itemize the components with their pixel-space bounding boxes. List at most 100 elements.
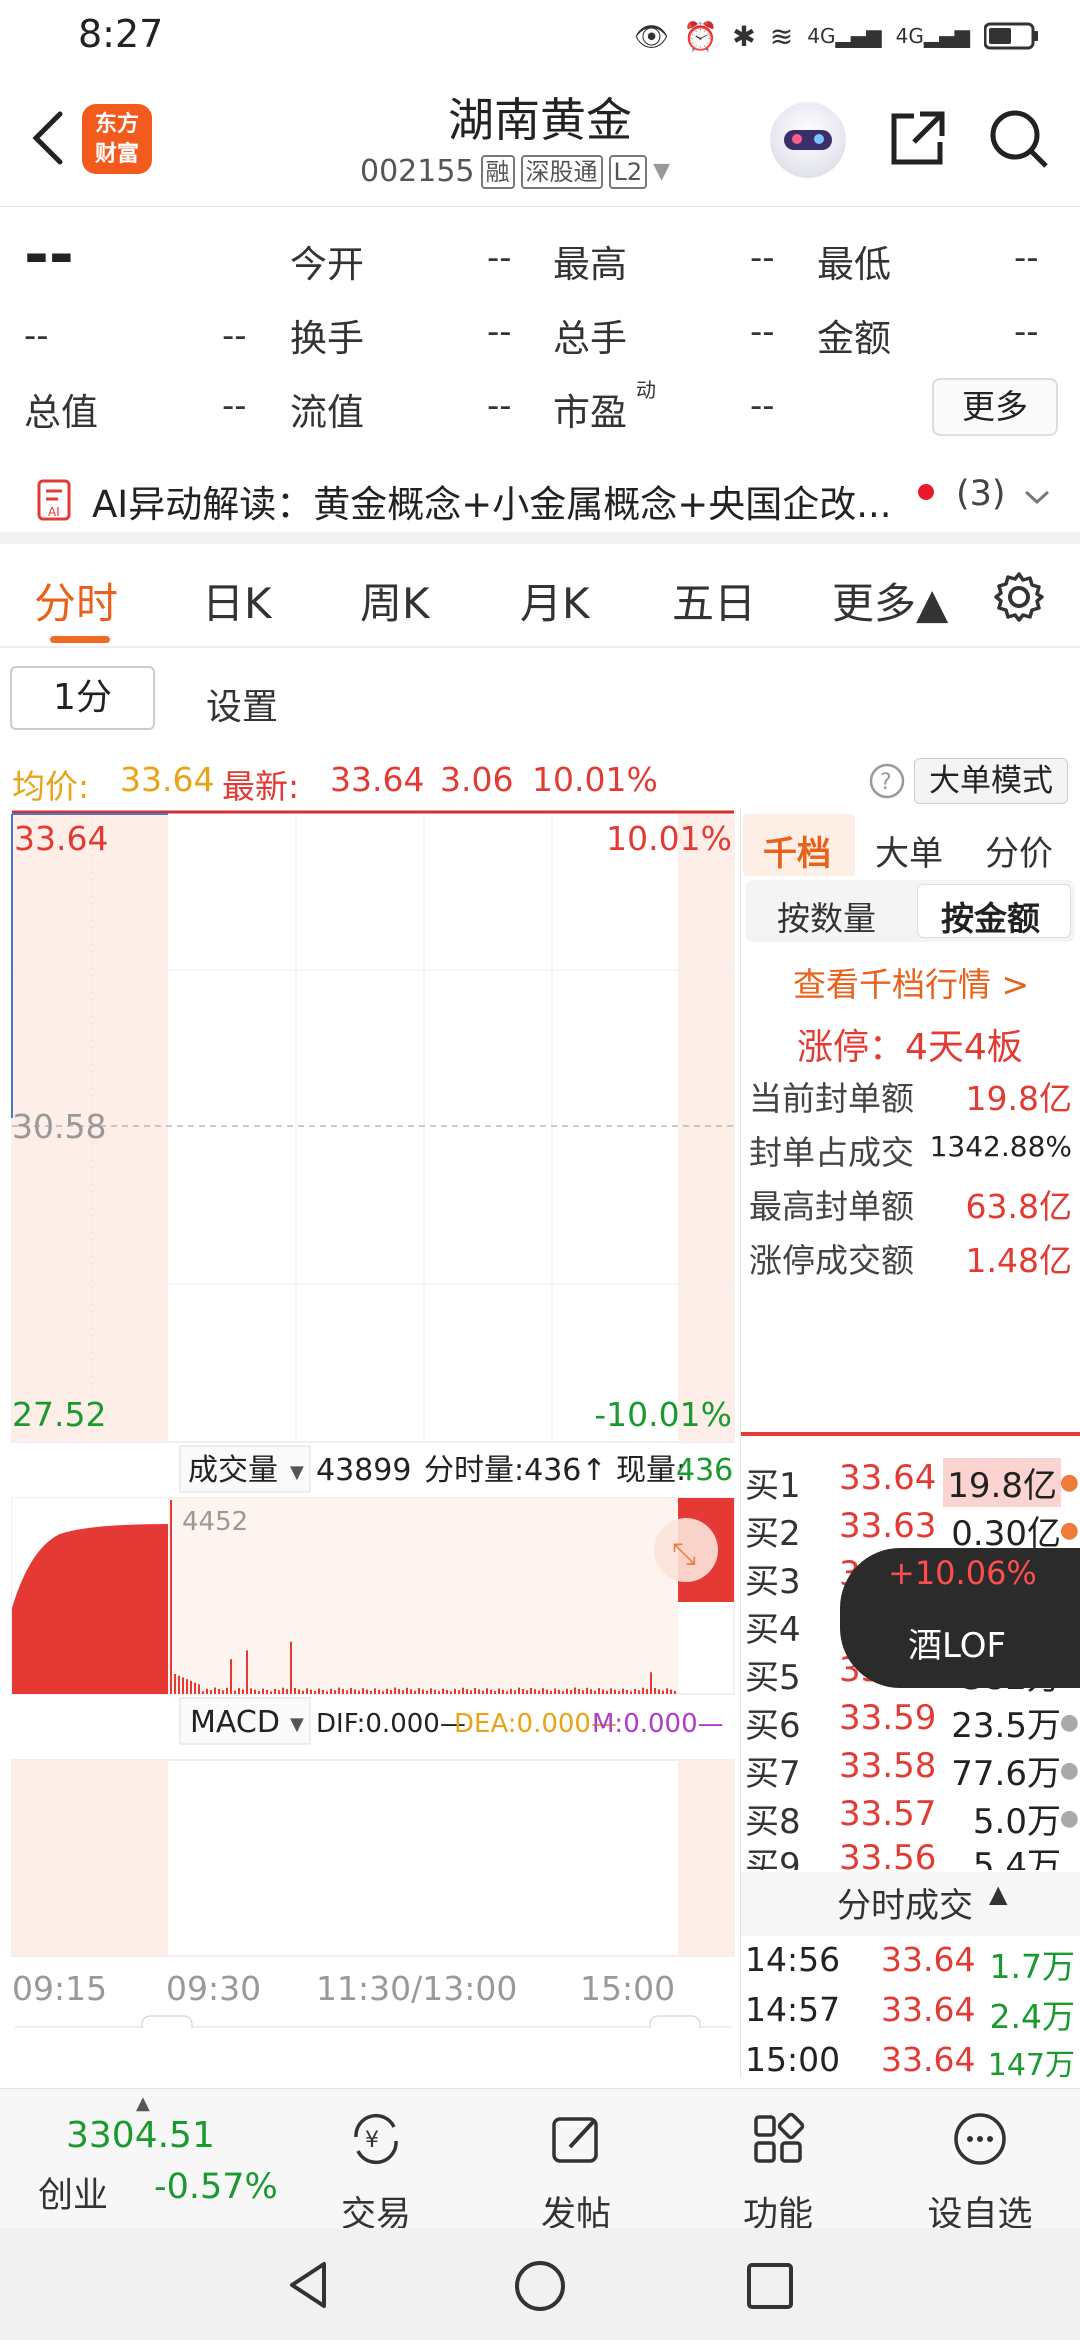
volume-bar	[626, 1689, 628, 1694]
tab-thousand-level[interactable]: 千档	[763, 826, 831, 875]
label-low: 最低	[817, 243, 891, 286]
volume-bar	[418, 1688, 420, 1694]
volume-bar	[494, 1691, 496, 1694]
search-icon[interactable]	[986, 106, 1052, 172]
volume-bar	[182, 1677, 184, 1694]
signal-icon-1: 4G▂▄▆	[807, 24, 882, 48]
volume-bar	[518, 1687, 520, 1694]
volume-bar	[502, 1689, 504, 1694]
volume-bar	[222, 1690, 224, 1694]
value-mktcap: --	[222, 386, 247, 426]
tab-big-order[interactable]: 大单	[875, 826, 943, 875]
signal-icon-2: 4G▂▄▆	[895, 24, 970, 48]
avg-label: 均价:	[12, 767, 90, 806]
volume-bar	[586, 1687, 588, 1694]
volume-bar	[202, 1691, 204, 1694]
tab-monthly-k[interactable]: 月K	[520, 570, 590, 631]
stock-code-row[interactable]: 002155 融 深股通 L2 ▼	[360, 154, 670, 189]
volume-bar	[458, 1690, 460, 1694]
chevron-down-icon	[1024, 490, 1050, 505]
range-handle-left[interactable]	[141, 2015, 193, 2028]
tab-daily-k[interactable]: 日K	[202, 570, 272, 631]
value-volume: --	[750, 312, 775, 352]
volume-bar	[386, 1688, 388, 1694]
range-handle-right[interactable]	[649, 2015, 701, 2028]
nav-functions[interactable]: 功能	[708, 2107, 848, 2237]
volume-bar	[338, 1687, 340, 1694]
volume-bar	[662, 1690, 664, 1694]
index-value[interactable]: 3304.51	[66, 2115, 215, 2156]
dropdown-icon[interactable]: ▼	[653, 159, 670, 184]
volume-bar	[526, 1690, 528, 1694]
volume-bar	[218, 1688, 220, 1694]
volume-bar	[414, 1690, 416, 1694]
volume-bar	[278, 1690, 280, 1694]
volume-bar	[258, 1691, 260, 1694]
nav-add-watchlist[interactable]: 设自选	[910, 2107, 1050, 2237]
tab-five-day[interactable]: 五日	[672, 570, 756, 631]
interval-1min-button[interactable]: 1分	[10, 666, 155, 730]
volume-bar	[466, 1689, 468, 1694]
volume-bar	[350, 1687, 352, 1694]
tag-l2: L2	[608, 154, 648, 189]
volume-max-label: 4452	[182, 1507, 248, 1537]
gear-icon[interactable]	[992, 570, 1046, 624]
now-volume: 436	[676, 1453, 733, 1488]
volume-bar	[582, 1690, 584, 1694]
tab-weekly-k[interactable]: 周K	[360, 570, 430, 631]
tab-intraday[interactable]: 分时	[34, 570, 118, 631]
alarm-icon: ⏰	[683, 19, 719, 53]
range-track[interactable]	[12, 2026, 734, 2028]
tab-price-dist[interactable]: 分价	[985, 826, 1053, 875]
more-button[interactable]: 更多	[932, 378, 1058, 436]
volume-bar	[550, 1690, 552, 1694]
view-depth-link[interactable]: 查看千档行情 >	[793, 958, 1029, 1006]
volume-bar	[610, 1688, 612, 1694]
volume-bar	[530, 1687, 532, 1694]
ai-insight-row[interactable]: AI AI异动解读：黄金概念+小金属概念+央国企改... (3)	[0, 456, 1080, 544]
orderbook-row: 买7 33.58 77.6万 ●	[745, 1746, 1079, 1794]
volume-dropdown-icon: ▼	[290, 1462, 304, 1483]
big-order-mode-button[interactable]: 大单模式	[914, 758, 1068, 804]
tab-more[interactable]: 更多▲	[832, 570, 948, 631]
share-icon[interactable]	[884, 106, 950, 172]
volume-bar	[234, 1690, 236, 1694]
subtab-by-amount[interactable]: 按金额	[941, 892, 1040, 940]
label-mktcap: 总值	[24, 391, 98, 434]
value-float: --	[487, 386, 512, 426]
volume-bar	[410, 1689, 412, 1694]
ai-doc-icon: AI	[37, 479, 71, 521]
value-pe: --	[750, 386, 775, 426]
nav-post[interactable]: 发帖	[506, 2107, 646, 2237]
subtab-by-qty[interactable]: 按数量	[777, 892, 876, 940]
volume-bar	[370, 1690, 372, 1694]
intraday-chart[interactable]: 33.64 30.58 27.52 10.01% -10.01% 成交量 ▼ 4…	[0, 808, 740, 2028]
float-name: 酒LOF	[908, 1626, 1007, 1666]
volume-bar	[674, 1691, 676, 1694]
assistant-avatar[interactable]	[770, 102, 846, 178]
volume-bar	[274, 1688, 276, 1694]
time-label-midday: 11:30/13:00	[316, 1969, 517, 2008]
price-summary-line: 均价: 33.64 最新: 33.64 3.06 10.01% ? 大单模式	[0, 752, 1080, 808]
last-value: 33.64	[330, 760, 425, 799]
volume-bar	[270, 1691, 272, 1694]
volume-bar	[474, 1687, 476, 1694]
nav-trade[interactable]: ¥ 交易	[306, 2107, 446, 2237]
label-turnover: 换手	[290, 317, 364, 360]
system-home-icon[interactable]	[512, 2258, 568, 2314]
index-name: 创业	[38, 2176, 109, 2216]
system-recents-icon[interactable]	[744, 2260, 796, 2312]
floating-quote-badge[interactable]: +10.06% 酒LOF	[840, 1548, 1080, 1688]
macd-dif: DIF:0.000—	[316, 1709, 466, 1739]
system-back-icon[interactable]	[282, 2258, 336, 2312]
apps-icon	[754, 2112, 805, 2163]
volume-bar	[362, 1688, 364, 1694]
volume-bar	[374, 1688, 376, 1694]
kv-label-3: 涨停成交额	[749, 1241, 914, 1280]
chart-tabs: 分时 日K 周K 月K 五日 更多▲	[0, 548, 1080, 648]
chart-settings-button[interactable]: 设置	[206, 678, 278, 730]
more-circle-icon	[954, 2113, 1006, 2165]
kv-value-2: 63.8亿	[965, 1187, 1072, 1226]
help-icon[interactable]: ?	[868, 762, 906, 800]
volume-bar	[170, 1500, 172, 1694]
